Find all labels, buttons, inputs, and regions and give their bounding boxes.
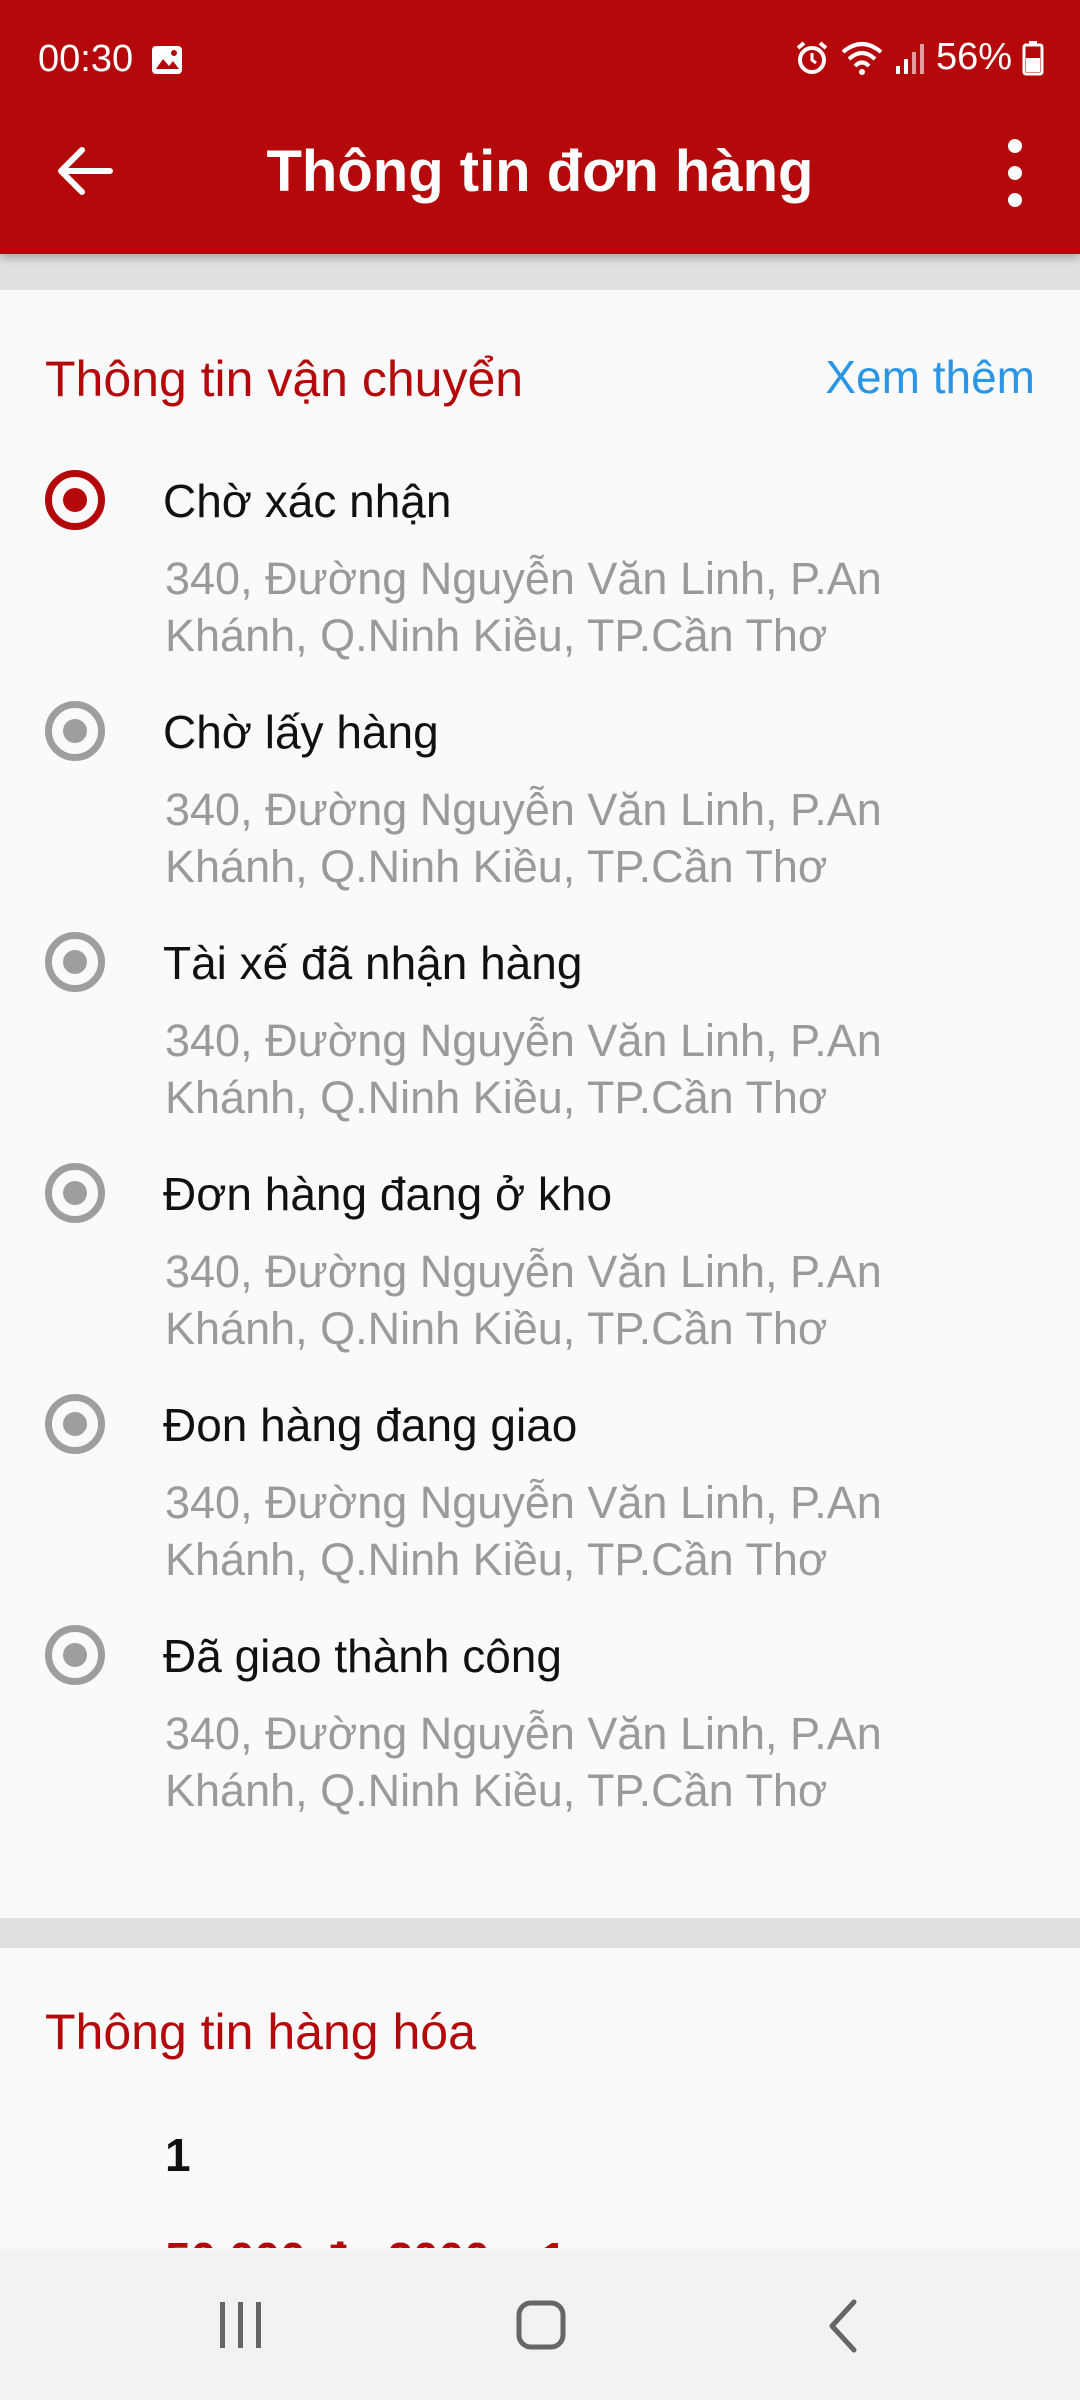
step-address: 340, Đường Nguyễn Văn Linh, P.An Khánh, … (165, 553, 882, 661)
shipping-step[interactable]: Tài xế đã nhận hàng 340, Đường Nguyễn Vă… (0, 932, 1080, 1162)
step-address: 340, Đường Nguyễn Văn Linh, P.An Khánh, … (165, 1477, 882, 1585)
radio-icon[interactable] (45, 701, 105, 761)
step-label: Đon hàng đang giao (163, 1399, 578, 1451)
shipping-step[interactable]: Đã giao thành công 340, Đường Nguyễn Văn… (0, 1625, 1080, 1855)
step-label: Chờ xác nhận (163, 475, 452, 527)
gallery-icon (152, 46, 182, 74)
shipping-section-title: Thông tin vận chuyển (45, 351, 524, 407)
section-divider (0, 1918, 1080, 1948)
wifi-icon (841, 41, 883, 75)
recents-icon[interactable] (206, 2296, 276, 2356)
goods-info-card: Thông tin hàng hóa 1 50.000 đ - 2000 x 1 (0, 1948, 1080, 2248)
page-title: Thông tin đơn hàng (266, 139, 814, 204)
step-label: Chờ lấy hàng (163, 706, 439, 758)
shipping-step[interactable]: Chờ xác nhận 340, Đường Nguyễn Văn Linh,… (0, 470, 1080, 700)
step-address: 340, Đường Nguyễn Văn Linh, P.An Khánh, … (165, 784, 882, 892)
signal-icon (895, 43, 924, 74)
goods-section-title: Thông tin hàng hóa (45, 2004, 476, 2060)
step-address: 340, Đường Nguyễn Văn Linh, P.An Khánh, … (165, 1708, 882, 1816)
battery-icon (1022, 40, 1044, 75)
battery-percent: 56% (935, 36, 1012, 78)
step-address: 340, Đường Nguyễn Văn Linh, P.An Khánh, … (165, 1015, 882, 1123)
radio-icon[interactable] (45, 1394, 105, 1454)
see-more-link[interactable]: Xem thêm (825, 350, 1035, 404)
status-icons: 56% (794, 36, 1044, 79)
alarm-icon (796, 40, 828, 74)
radio-icon[interactable] (45, 932, 105, 992)
shipping-step[interactable]: Đon hàng đang giao 340, Đường Nguyễn Văn… (0, 1394, 1080, 1624)
more-vertical-icon[interactable] (1000, 138, 1030, 208)
radio-icon[interactable] (45, 1163, 105, 1223)
goods-quantity: 1 (165, 2129, 191, 2181)
goods-price: 50.000 đ - 2000 x 1 (165, 2232, 567, 2248)
system-nav-bar (0, 2252, 1080, 2400)
status-time: 00:30 (38, 38, 134, 80)
step-label: Tài xế đã nhận hàng (163, 937, 583, 989)
step-label: Đã giao thành công (163, 1630, 562, 1682)
shipping-step[interactable]: Đơn hàng đang ở kho 340, Đường Nguyễn Vă… (0, 1163, 1080, 1393)
shipping-step[interactable]: Chờ lấy hàng 340, Đường Nguyễn Văn Linh,… (0, 701, 1080, 931)
home-icon[interactable] (506, 2296, 576, 2356)
section-divider (0, 254, 1080, 290)
app-bar: 00:30 56% Thông tin đơn hàng (0, 0, 1080, 254)
step-label: Đơn hàng đang ở kho (163, 1168, 613, 1220)
shipping-info-card: Thông tin vận chuyển Xem thêm Chờ xác nh… (0, 290, 1080, 1918)
nav-back-icon[interactable] (810, 2296, 880, 2356)
radio-selected-icon[interactable] (45, 470, 105, 530)
radio-icon[interactable] (45, 1625, 105, 1685)
step-address: 340, Đường Nguyễn Văn Linh, P.An Khánh, … (165, 1246, 882, 1354)
